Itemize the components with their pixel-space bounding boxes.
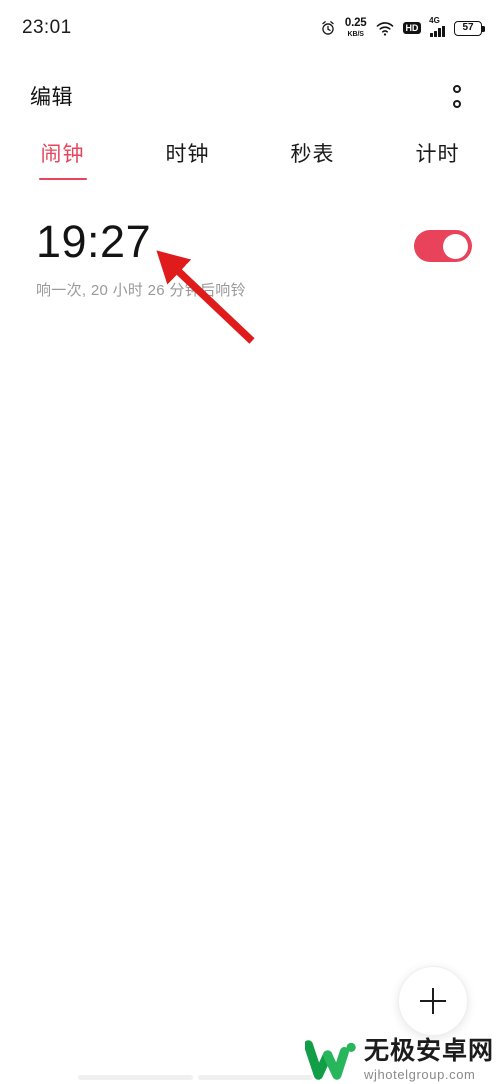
alarm-list-item[interactable]: 19:27 响一次, 20 小时 26 分钟后响铃 [0,206,500,318]
tab-stopwatch[interactable]: 秒表 [250,134,375,194]
alarm-list: 19:27 响一次, 20 小时 26 分钟后响铃 [0,206,500,318]
signal-bar-group [430,25,445,38]
tab-alarm-label: 闹钟 [40,143,85,166]
tab-alarm[interactable]: 闹钟 [0,134,125,194]
edit-button[interactable]: 编辑 [30,81,73,111]
tab-stopwatch-label: 秒表 [290,143,335,166]
wifi-icon [376,21,393,36]
battery-icon: 57 [454,20,485,36]
alarm-text-group: 19:27 响一次, 20 小时 26 分钟后响铃 [36,216,246,300]
alarm-toggle[interactable] [414,230,472,262]
tab-timer[interactable]: 计时 [375,134,500,194]
hd-badge: HD [402,21,422,35]
nav-hint-left[interactable] [78,1075,193,1080]
add-alarm-button[interactable] [398,966,468,1036]
alarm-time: 19:27 [36,216,152,267]
network-speed-unit: KB/S [347,30,364,38]
alarm-clock-icon [322,21,334,35]
status-bar-icons: 0.25 KB/S HD 4G 57 [320,15,485,38]
app-bar: 编辑 [0,62,500,130]
phone-screen: 23:01 0.25 KB/S HD 4G 57 编辑 闹钟 时钟 秒表 计时 … [0,0,500,1084]
signal-bars-icon: 4G [429,15,445,38]
network-speed-indicator: 0.25 KB/S [345,18,367,38]
tab-bar: 闹钟 时钟 秒表 计时 [0,134,500,194]
network-type-label: 4G [429,15,440,25]
battery-level-label: 57 [462,22,474,33]
tab-clock[interactable]: 时钟 [125,134,250,194]
nav-hint-right[interactable] [198,1075,313,1080]
alarm-subtitle: 响一次, 20 小时 26 分钟后响铃 [36,281,246,299]
tab-active-indicator [38,177,87,180]
tab-clock-label: 时钟 [165,143,210,166]
network-speed-value: 0.25 [344,17,367,30]
tab-timer-label: 计时 [415,143,460,166]
alarm-toggle-knob [443,233,468,259]
watermark-site-cn: 无极安卓网 [363,1037,494,1065]
navigation-bar [0,1070,500,1082]
more-options-icon[interactable] [440,76,474,116]
status-bar: 23:01 0.25 KB/S HD 4G 57 [0,0,500,56]
plus-icon [420,988,446,1014]
status-bar-clock: 23:01 [22,17,72,38]
